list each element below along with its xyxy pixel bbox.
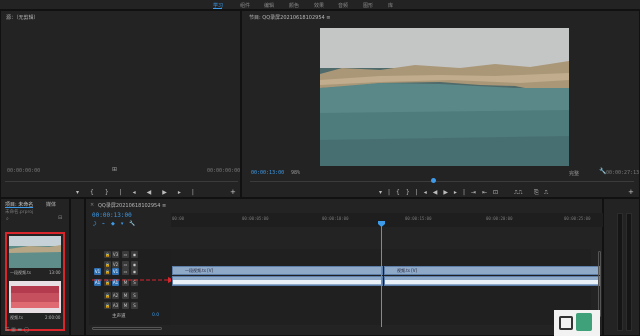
project-item-thumbnail bbox=[9, 281, 61, 313]
program-add-button-icon[interactable]: + bbox=[628, 188, 634, 196]
solo-track-button[interactable]: S bbox=[131, 292, 138, 299]
track-v2-label[interactable]: V2 bbox=[112, 261, 119, 268]
tab-assembly[interactable]: 组件 bbox=[240, 2, 250, 9]
source-add-button-icon[interactable]: + bbox=[230, 188, 236, 196]
tab-graphics[interactable]: 图形 bbox=[363, 2, 373, 9]
search-icon[interactable]: ⌕ bbox=[6, 216, 9, 222]
program-transport-controls[interactable]: ▾|{}|◂◀▶▸|⇥⇤⊡ bbox=[379, 189, 504, 197]
timeline-playhead-line[interactable] bbox=[381, 225, 382, 327]
workspace-bar: 学习 组件 编辑 颜色 效果 音频 图形 库 bbox=[0, 0, 640, 10]
ruler-label: 00:00:20:00 bbox=[486, 216, 513, 221]
sync-lock-icon[interactable]: ▭ bbox=[122, 251, 129, 258]
eye-icon[interactable]: ◉ bbox=[131, 261, 138, 268]
audio-meter-panel bbox=[603, 198, 640, 336]
master-volume-value[interactable]: 0.0 bbox=[152, 313, 159, 318]
sync-lock-icon[interactable]: ▭ bbox=[122, 268, 129, 275]
tab-effects[interactable]: 效果 bbox=[314, 2, 324, 9]
audio-clip[interactable] bbox=[172, 276, 383, 286]
time-ruler[interactable] bbox=[171, 213, 604, 227]
audio-meter-right bbox=[626, 213, 632, 331]
program-quality-select[interactable]: 完整 bbox=[569, 170, 579, 177]
ruler-label: 00:00:10:00 bbox=[322, 216, 349, 221]
lock-track-icon[interactable]: 🔒 bbox=[104, 261, 111, 268]
lock-track-icon[interactable]: 🔒 bbox=[104, 302, 111, 309]
mute-track-button[interactable]: M bbox=[122, 292, 129, 299]
master-track-label: 主声道 bbox=[112, 314, 126, 319]
program-timecode-current[interactable]: 00:00:13:00 bbox=[251, 170, 284, 176]
close-icon[interactable]: × bbox=[90, 202, 94, 208]
sequence-tab[interactable]: QQ录屏20210618102954 ≡ bbox=[98, 202, 166, 209]
source-settings-icon[interactable]: ⊞ bbox=[112, 166, 117, 173]
project-item-name: 视频.ts bbox=[10, 315, 23, 320]
program-zoom-select[interactable]: 98% bbox=[291, 170, 300, 176]
tab-color[interactable]: 颜色 bbox=[289, 2, 299, 9]
logo-frame bbox=[559, 316, 573, 330]
ruler-label: 00:00:05:00 bbox=[242, 216, 269, 221]
timeline-options-icons[interactable]: ⤸⌁◆▾🔧 bbox=[93, 221, 142, 227]
lock-track-icon[interactable]: 🔒 bbox=[104, 268, 111, 275]
timeline-panel: QQ录屏20210618102954 ≡ × 00:00:13:00 ⤸⌁◆▾🔧… bbox=[85, 198, 604, 336]
tab-audio[interactable]: 音频 bbox=[338, 2, 348, 9]
program-monitor: 节目: QQ录屏20210618102954 ≡ 00:00:13:00 98%… bbox=[241, 10, 640, 198]
project-item-duration: 13:00 bbox=[49, 270, 61, 275]
red-arrow-annotation bbox=[92, 277, 174, 283]
project-item-name: 一段视频.ts bbox=[10, 270, 31, 275]
track-v1-label[interactable]: V1 bbox=[112, 268, 119, 275]
compare-view-icon[interactable]: ⎍ bbox=[544, 189, 548, 197]
project-panel: 项目: 未命名 媒体 未命名.prproj ⌕ ⊟ 一段视频.ts 13:00 … bbox=[0, 198, 70, 336]
tab-libraries[interactable]: 库 bbox=[388, 2, 393, 9]
track-a2-label[interactable]: A2 bbox=[112, 292, 119, 299]
source-patch-v1[interactable]: V1 bbox=[94, 268, 101, 275]
ruler-label: 00:00:25:00 bbox=[564, 216, 591, 221]
lock-track-icon[interactable]: 🔒 bbox=[104, 292, 111, 299]
project-tab-underline bbox=[5, 207, 33, 208]
export-frame-icon[interactable]: ⎘ bbox=[534, 189, 539, 197]
source-scrub-bar[interactable] bbox=[5, 181, 238, 182]
watermark-logo bbox=[554, 310, 600, 336]
track-a3-label[interactable]: A3 bbox=[112, 302, 119, 309]
audio-meter-left bbox=[617, 213, 623, 331]
project-file-name: 未命名.prproj bbox=[5, 210, 34, 215]
program-video-frame bbox=[320, 28, 569, 166]
project-item[interactable]: 一段视频.ts 13:00 bbox=[9, 236, 61, 277]
new-bin-icon[interactable]: ⊟ bbox=[58, 215, 62, 221]
sync-lock-icon[interactable]: ▭ bbox=[122, 261, 129, 268]
solo-track-button[interactable]: S bbox=[131, 302, 138, 309]
program-playhead[interactable] bbox=[431, 178, 436, 183]
audio-clip[interactable] bbox=[384, 276, 600, 286]
eye-icon[interactable]: ◉ bbox=[131, 268, 138, 275]
timeline-scrollbar[interactable] bbox=[92, 327, 162, 330]
logo-mark bbox=[576, 313, 592, 331]
ruler-label: 00:00:15:00 bbox=[405, 216, 432, 221]
source-panel-title[interactable]: 源：（无剪辑） bbox=[6, 14, 39, 21]
media-tab[interactable]: 媒体 bbox=[46, 201, 56, 208]
source-monitor: 源：（无剪辑） 00:00:00:00 00:00:00:00 ⊞ ▾{}|◂◀… bbox=[0, 10, 241, 204]
program-timecode-duration: 00:00:27:13 bbox=[606, 170, 640, 176]
ruler-label: 00:00 bbox=[172, 216, 185, 221]
list-view-icon[interactable]: ☰ ▦ ▬ ◯ bbox=[5, 327, 29, 333]
active-tab-underline bbox=[213, 8, 222, 9]
eye-icon[interactable]: ◉ bbox=[131, 251, 138, 258]
video-clip[interactable]: 一段视频.ts [V] bbox=[172, 266, 383, 275]
program-panel-title[interactable]: 节目: QQ录屏20210618102954 ≡ bbox=[249, 14, 330, 21]
project-item[interactable]: 视频.ts 2:00:00 bbox=[9, 281, 61, 322]
track-v3-label[interactable]: V3 bbox=[112, 251, 119, 258]
timeline-timecode[interactable]: 00:00:13:00 bbox=[92, 212, 132, 219]
source-timecode-right: 00:00:00:00 bbox=[207, 168, 241, 174]
tab-edit[interactable]: 编辑 bbox=[264, 2, 274, 9]
video-clip[interactable]: 视频.ts [V] bbox=[384, 266, 600, 275]
project-item-thumbnail bbox=[9, 236, 61, 268]
program-scrub-bar[interactable] bbox=[250, 181, 634, 182]
source-timecode-left[interactable]: 00:00:00:00 bbox=[7, 168, 40, 174]
project-item-duration: 2:00:00 bbox=[45, 315, 61, 320]
lift-extract-icon[interactable]: ⎍⎍ bbox=[514, 189, 522, 197]
mute-track-button[interactable]: M bbox=[122, 302, 129, 309]
timeline-vertical-scrollbar[interactable] bbox=[598, 251, 601, 317]
lock-track-icon[interactable]: 🔒 bbox=[104, 251, 111, 258]
tools-panel: ▶ ⇥ ⇹ ◆ ↔ ✎ ✋ T bbox=[70, 198, 151, 336]
